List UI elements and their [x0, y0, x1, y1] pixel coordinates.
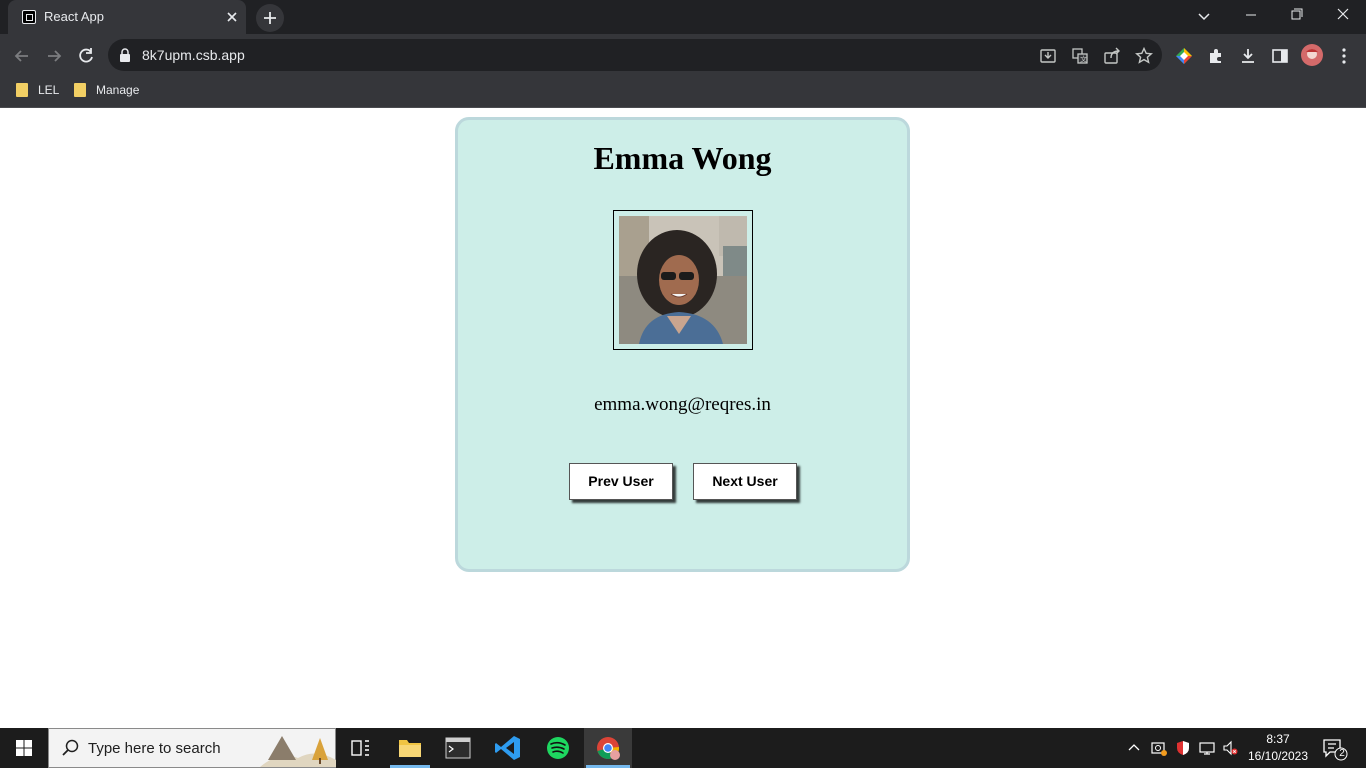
next-user-button[interactable]: Next User: [693, 463, 797, 500]
minimize-icon[interactable]: [1228, 0, 1274, 32]
restore-icon[interactable]: [1274, 0, 1320, 32]
user-name-heading: Emma Wong: [593, 140, 772, 176]
folder-icon: [74, 83, 86, 97]
tab-search-chevron-down-icon[interactable]: [1196, 8, 1212, 24]
window-close-icon[interactable]: [1320, 0, 1366, 32]
tray-app-icon[interactable]: [1151, 740, 1167, 756]
bookmark-manage[interactable]: Manage: [96, 83, 139, 97]
prev-user-button[interactable]: Prev User: [569, 463, 673, 500]
extensions-puzzle-icon[interactable]: [1206, 46, 1226, 66]
show-hidden-icons-chevron-up-icon[interactable]: [1126, 740, 1142, 756]
clock-date[interactable]: 16/10/2023: [1246, 749, 1310, 763]
bookmarks-bar: [0, 76, 1366, 108]
install-app-icon[interactable]: [1038, 46, 1058, 66]
chrome-icon[interactable]: [584, 728, 632, 768]
user-avatar: [619, 216, 747, 344]
forward-arrow-icon[interactable]: [44, 46, 64, 66]
downloads-icon[interactable]: [1238, 46, 1258, 66]
volume-muted-icon[interactable]: [1222, 740, 1238, 756]
side-panel-icon[interactable]: [1270, 46, 1290, 66]
react-app-favicon-icon: [22, 10, 36, 24]
close-tab-icon[interactable]: [224, 9, 240, 25]
file-explorer-icon[interactable]: [386, 728, 434, 768]
task-view-icon[interactable]: [336, 728, 384, 768]
spotify-icon[interactable]: [534, 728, 582, 768]
terminal-icon[interactable]: [434, 728, 482, 768]
url-text[interactable]: 8k7upm.csb.app: [142, 47, 245, 63]
tab-title: React App: [44, 9, 104, 24]
extension-diamond-icon[interactable]: [1174, 46, 1194, 66]
svg-text:文: 文: [1080, 55, 1087, 64]
profile-avatar-icon[interactable]: [1301, 44, 1323, 66]
translate-icon[interactable]: 文: [1070, 46, 1090, 66]
browser-tab[interactable]: React App: [8, 0, 246, 34]
user-email: emma.wong@reqres.in: [594, 394, 771, 415]
bookmark-lel[interactable]: LEL: [38, 83, 59, 97]
windows-start-icon[interactable]: [0, 728, 48, 768]
search-placeholder: Type here to search: [88, 740, 221, 757]
new-tab-button[interactable]: [256, 4, 284, 32]
bookmark-star-icon[interactable]: [1134, 46, 1154, 66]
folder-icon: [16, 83, 28, 97]
plus-icon: [264, 12, 276, 24]
share-icon[interactable]: [1102, 46, 1122, 66]
search-icon: [62, 739, 79, 756]
search-highlight-illustration-icon: [260, 736, 336, 767]
clock-time[interactable]: 8:37: [1254, 732, 1302, 746]
back-arrow-icon[interactable]: [12, 46, 32, 66]
address-bar[interactable]: [108, 39, 1162, 71]
security-shield-icon[interactable]: [1175, 740, 1191, 756]
lock-icon[interactable]: [119, 48, 131, 62]
chrome-menu-icon[interactable]: [1334, 46, 1354, 66]
notification-count-badge: 2: [1339, 748, 1345, 759]
vscode-icon[interactable]: [484, 728, 532, 768]
reload-icon[interactable]: [76, 46, 96, 66]
network-icon[interactable]: [1199, 740, 1215, 756]
